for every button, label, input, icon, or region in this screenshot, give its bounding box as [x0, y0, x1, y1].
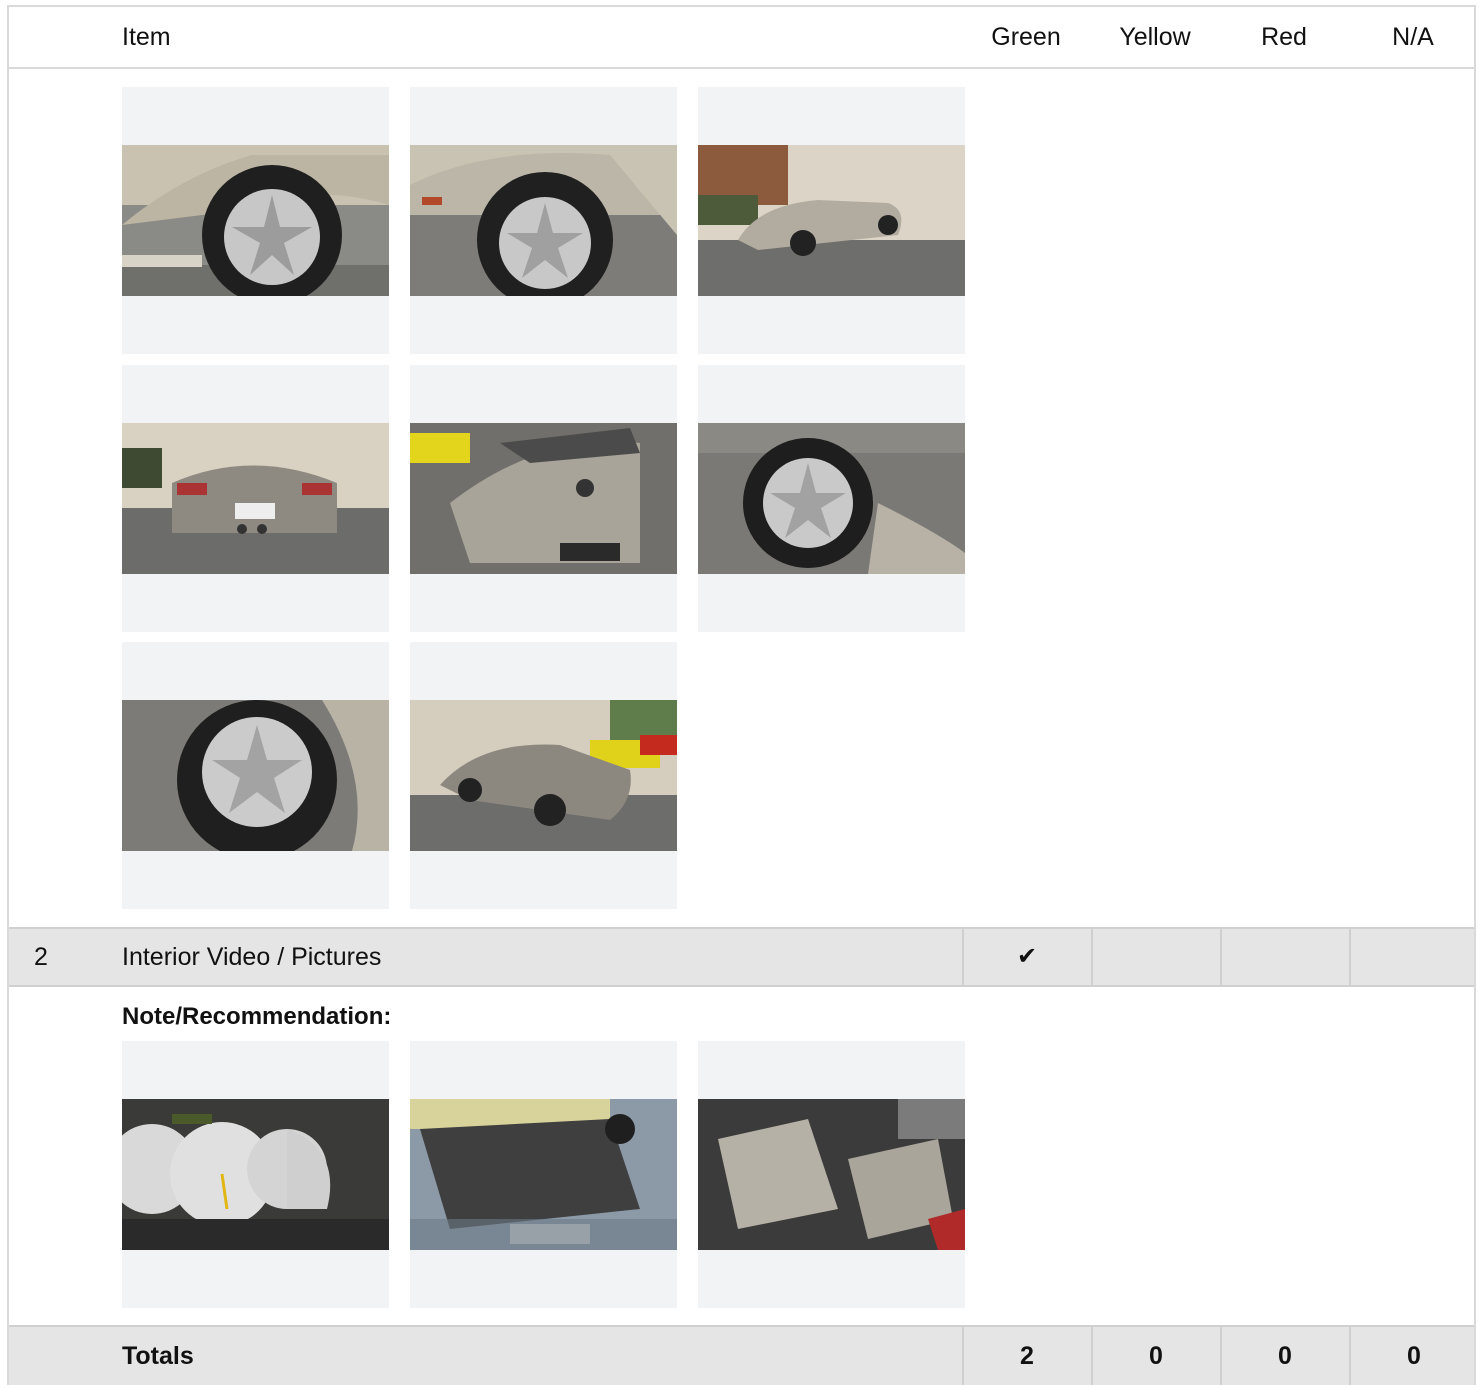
photo-thumbnail[interactable]: [122, 1041, 389, 1308]
note-label: Note/Recommendation:: [122, 1003, 392, 1030]
wheel-photo: [122, 700, 389, 851]
header-green: Green: [991, 23, 1061, 51]
totals-label: Totals: [122, 1342, 194, 1370]
seat-interior-photo: [698, 1099, 965, 1250]
car-rear-quarter-photo: [410, 700, 677, 851]
photo-thumbnail[interactable]: [698, 365, 965, 632]
table-row: 2 Interior Video / Pictures ✔: [9, 927, 1474, 987]
door-panel-photo: [410, 1099, 677, 1250]
wheel-photo: [698, 423, 965, 574]
total-green: 2: [962, 1327, 1090, 1385]
total-na: 0: [1349, 1327, 1477, 1385]
yellow-cell[interactable]: [1091, 929, 1219, 985]
totals-row: Totals 2 0 0 0: [9, 1325, 1474, 1385]
photo-thumbnail[interactable]: [698, 1041, 965, 1308]
photo-thumbnail[interactable]: [410, 1041, 677, 1308]
green-check-cell[interactable]: ✔: [962, 929, 1090, 985]
table-header: Item Green Yellow Red N/A: [9, 7, 1474, 69]
wheel-photo: [410, 145, 677, 296]
total-yellow: 0: [1091, 1327, 1219, 1385]
inspection-table: Item Green Yellow Red N/A 2 Interior Vid…: [7, 5, 1476, 1385]
header-yellow: Yellow: [1119, 23, 1191, 51]
car-front-photo: [410, 423, 677, 574]
dashboard-gauges-photo: [122, 1099, 389, 1250]
car-side-photo: [698, 145, 965, 296]
red-cell[interactable]: [1220, 929, 1348, 985]
photo-thumbnail[interactable]: [410, 365, 677, 632]
photo-thumbnail[interactable]: [122, 642, 389, 909]
car-rear-photo: [122, 423, 389, 574]
row-label: Interior Video / Pictures: [122, 943, 382, 971]
header-red: Red: [1261, 23, 1307, 51]
photo-thumbnail[interactable]: [122, 365, 389, 632]
header-na: N/A: [1392, 23, 1434, 51]
header-item: Item: [122, 23, 171, 51]
photo-thumbnail[interactable]: [698, 87, 965, 354]
na-cell[interactable]: [1349, 929, 1477, 985]
row-number: 2: [34, 943, 48, 971]
total-red: 0: [1220, 1327, 1348, 1385]
photo-thumbnail[interactable]: [122, 87, 389, 354]
photo-thumbnail[interactable]: [410, 642, 677, 909]
wheel-photo: [122, 145, 389, 296]
photo-thumbnail[interactable]: [410, 87, 677, 354]
